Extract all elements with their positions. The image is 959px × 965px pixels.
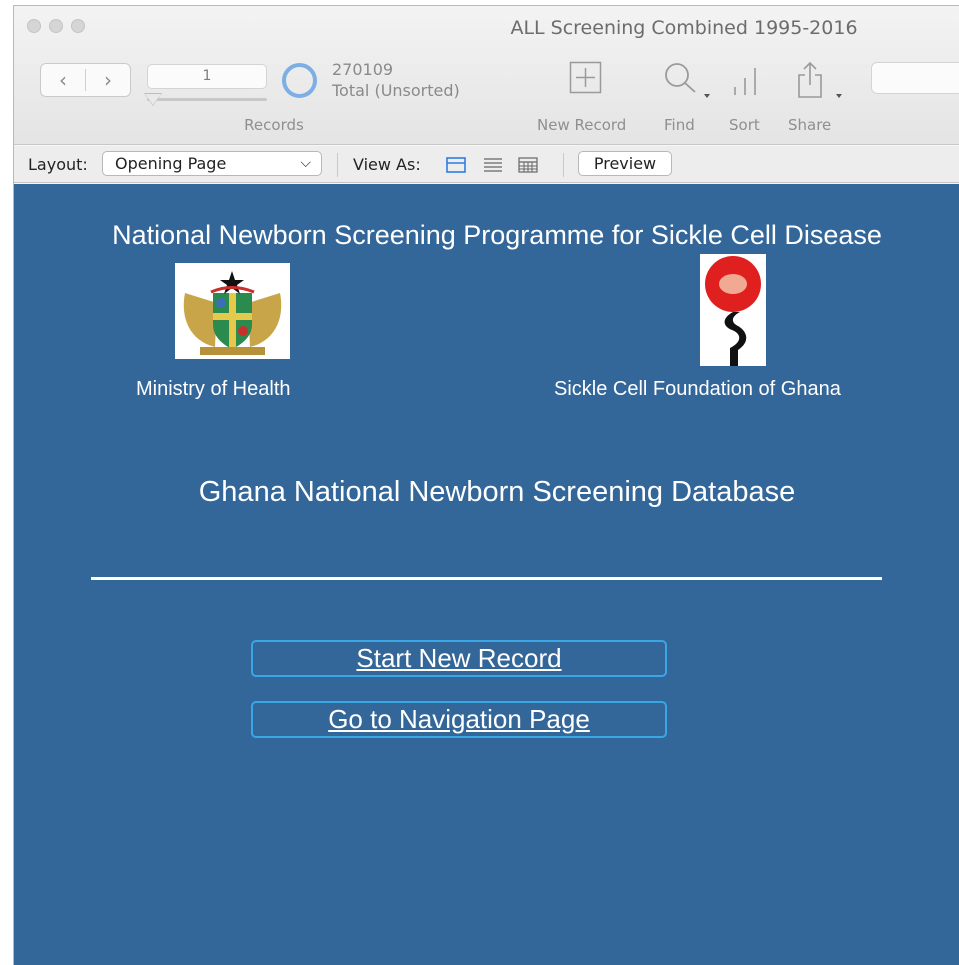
sort-status: Total (Unsorted) <box>332 81 460 100</box>
view-as-label: View As: <box>353 155 421 174</box>
layout-label: Layout: <box>28 155 88 174</box>
previous-record-button[interactable]: ‹ <box>41 64 85 96</box>
form-view-button[interactable] <box>446 157 466 178</box>
find-label: Find <box>664 116 695 134</box>
quick-find-field[interactable] <box>871 62 959 94</box>
record-slider-track[interactable] <box>147 98 267 101</box>
opening-page-layout: National Newborn Screening Programme for… <box>14 184 959 965</box>
form-view-icon <box>446 157 466 173</box>
coat-of-arms-icon <box>175 263 290 359</box>
layout-bar-separator <box>337 153 338 177</box>
sort-button[interactable] <box>727 61 763 102</box>
record-slider-thumb[interactable] <box>145 94 161 105</box>
share-button[interactable] <box>795 61 845 106</box>
layout-select[interactable]: Opening Page ⌵ <box>102 151 322 176</box>
programme-heading: National Newborn Screening Programme for… <box>112 220 882 250</box>
layout-select-value: Opening Page <box>115 154 227 173</box>
list-view-button[interactable] <box>483 157 503 178</box>
close-window-button[interactable] <box>27 19 41 33</box>
next-record-button[interactable]: › <box>86 64 130 96</box>
sickle-cell-foundation-caption: Sickle Cell Foundation of Ghana <box>554 378 841 400</box>
window-controls <box>27 19 85 33</box>
window-title: ALL Screening Combined 1995-2016 <box>510 17 858 39</box>
ministry-of-health-logo <box>175 263 290 359</box>
found-set-pie-icon <box>282 63 317 98</box>
preview-button[interactable]: Preview <box>578 151 672 176</box>
filemaker-window: ALL Screening Combined 1995-2016 ‹ › 1 2… <box>13 5 959 965</box>
new-record-button[interactable] <box>569 61 602 99</box>
find-button[interactable] <box>664 61 714 106</box>
minimize-window-button[interactable] <box>49 19 63 33</box>
chevron-down-icon: ⌵ <box>300 155 311 171</box>
go-to-navigation-page-button[interactable]: Go to Navigation Page <box>251 701 667 738</box>
list-view-icon <box>484 158 502 172</box>
share-icon <box>798 61 842 98</box>
plus-box-icon <box>569 61 602 94</box>
records-label: Records <box>244 116 304 134</box>
start-new-record-button[interactable]: Start New Record <box>251 640 667 677</box>
current-record-field[interactable]: 1 <box>147 64 267 89</box>
zoom-window-button[interactable] <box>71 19 85 33</box>
record-navigation: ‹ › <box>40 63 131 97</box>
red-cell-emblem-icon <box>700 254 766 366</box>
sort-label: Sort <box>729 116 760 134</box>
layout-bar-separator-2 <box>563 153 564 177</box>
table-view-button[interactable] <box>518 157 538 178</box>
sort-bars-icon <box>734 68 756 95</box>
layout-bar: Layout: Opening Page ⌵ View As: Preview <box>14 146 959 183</box>
sickle-cell-foundation-logo <box>700 254 766 366</box>
ministry-of-health-caption: Ministry of Health <box>136 378 291 400</box>
title-toolbar: ALL Screening Combined 1995-2016 ‹ › 1 2… <box>14 6 959 145</box>
new-record-label: New Record <box>537 116 627 134</box>
total-record-count: 270109 <box>332 60 394 79</box>
database-title: Ghana National Newborn Screening Databas… <box>198 476 796 508</box>
magnifier-icon <box>665 63 710 98</box>
share-label: Share <box>788 116 832 134</box>
table-view-icon <box>518 157 538 173</box>
horizontal-divider <box>91 577 882 580</box>
